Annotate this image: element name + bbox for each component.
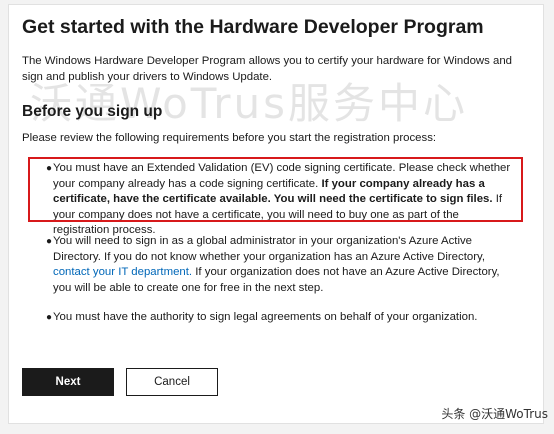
intro-text: The Windows Hardware Developer Program a…: [22, 55, 512, 83]
bullet-icon: ●: [46, 312, 53, 323]
cancel-button[interactable]: Cancel: [126, 368, 218, 396]
page-title: Get started with the Hardware Developer …: [22, 16, 484, 38]
requirement-item-authority: ● You must have the authority to sign le…: [36, 310, 512, 326]
highlight-box: [28, 157, 523, 222]
requirement-text: You will need to sign in as a global adm…: [53, 235, 500, 294]
contact-it-link[interactable]: contact your IT department.: [53, 266, 192, 278]
requirement-text: You must have the authority to sign lega…: [53, 311, 478, 323]
brand-watermark: 头条 @沃通WoTrus: [441, 407, 548, 421]
next-button[interactable]: Next: [22, 368, 114, 396]
bullet-icon: ●: [46, 236, 53, 247]
requirement-item-azure: ● You will need to sign in as a global a…: [36, 234, 512, 296]
section-heading: Before you sign up: [22, 103, 163, 120]
review-text: Please review the following requirements…: [22, 132, 437, 144]
